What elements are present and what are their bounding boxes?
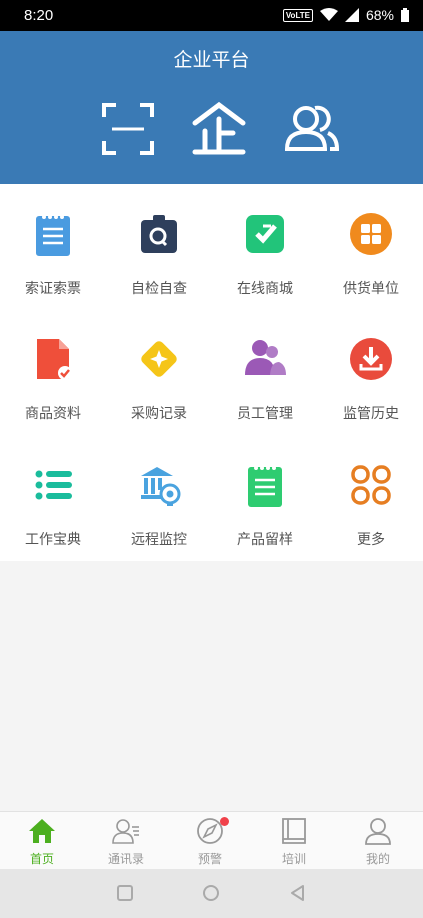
alert-badge <box>220 817 229 826</box>
grid-item-label: 供货单位 <box>343 281 399 297</box>
status-bar: 8:20 VoLTE 68% <box>0 0 423 31</box>
user-icon <box>365 818 391 845</box>
download-icon <box>350 338 392 380</box>
tab-contacts[interactable]: 通讯录 <box>84 812 168 870</box>
tab-label: 我的 <box>365 852 390 866</box>
grid-item-product-info[interactable]: 商品资料 <box>0 309 106 434</box>
tab-training[interactable]: 培训 <box>252 812 336 870</box>
grid-item-remote-monitor[interactable]: 远程监控 <box>106 435 212 560</box>
bottom-tab-bar: 首页 通讯录 预警 培训 我的 <box>0 811 423 869</box>
grid-item-label: 监管历史 <box>343 406 399 422</box>
back-icon[interactable] <box>288 883 308 903</box>
header: 企业平台 <box>0 31 423 184</box>
grid-item-invoice[interactable]: 索证索票 <box>0 184 106 309</box>
grid-item-label: 自检自查 <box>131 281 187 297</box>
grid-item-online-shop[interactable]: 在线商城 <box>212 184 318 309</box>
grid-item-self-check[interactable]: 自检自查 <box>106 184 212 309</box>
grid-item-label: 在线商城 <box>237 281 293 297</box>
grid-item-label: 员工管理 <box>237 406 293 422</box>
recents-icon[interactable] <box>115 883 135 903</box>
tab-label: 预警 <box>197 852 222 866</box>
grid-item-label: 更多 <box>357 532 385 548</box>
grid-item-label: 商品资料 <box>25 406 81 422</box>
enterprise-icon[interactable] <box>191 101 247 157</box>
tab-label: 通讯录 <box>107 852 144 866</box>
scan-icon[interactable] <box>100 101 156 157</box>
notebook-icon <box>36 215 70 256</box>
volte-badge: VoLTE <box>282 8 313 22</box>
more-icon <box>351 465 391 505</box>
function-grid: 索证索票 自检自查 在线商城 供货单位 商品资料 采购记录 员工管理 监管历史 … <box>0 184 423 561</box>
shop-icon <box>246 215 284 253</box>
grid-item-supplier[interactable]: 供货单位 <box>318 184 423 309</box>
sample-icon <box>248 466 282 507</box>
tab-label: 培训 <box>281 852 306 866</box>
grid-item-product-sample[interactable]: 产品留样 <box>212 435 318 560</box>
supplier-icon <box>350 213 392 255</box>
tab-alerts[interactable]: 预警 <box>168 812 252 870</box>
wifi-icon <box>319 8 338 21</box>
tab-mine[interactable]: 我的 <box>336 812 420 870</box>
grid-item-more[interactable]: 更多 <box>318 435 423 560</box>
grid-item-label: 采购记录 <box>131 406 187 422</box>
self-check-icon <box>141 215 177 253</box>
grid-item-work-handbook[interactable]: 工作宝典 <box>0 435 106 560</box>
battery-icon <box>401 8 409 22</box>
book-icon <box>282 818 306 844</box>
list-icon <box>35 470 72 500</box>
camera-bank-icon <box>141 467 181 506</box>
document-icon <box>37 339 72 380</box>
tab-home[interactable]: 首页 <box>0 812 84 870</box>
grid-item-label: 产品留样 <box>237 532 293 548</box>
grid-item-staff[interactable]: 员工管理 <box>212 309 318 434</box>
status-time: 8:20 <box>24 7 54 24</box>
purchase-icon <box>141 341 177 377</box>
grid-item-label: 远程监控 <box>131 532 187 548</box>
grid-item-purchase-record[interactable]: 采购记录 <box>106 309 212 434</box>
signal-icon <box>344 8 359 22</box>
staff-icon <box>245 340 286 375</box>
address-book-icon <box>112 819 139 844</box>
tab-label: 首页 <box>29 852 54 866</box>
battery-percent: 68% <box>365 7 394 23</box>
grid-item-label: 工作宝典 <box>25 532 81 548</box>
contacts-icon[interactable] <box>284 101 340 157</box>
home-icon <box>29 819 55 843</box>
status-indicators: VoLTE 68% <box>282 7 409 23</box>
system-nav-bar <box>0 869 423 918</box>
grid-item-label: 索证索票 <box>25 281 81 297</box>
home-nav-icon[interactable] <box>201 883 221 903</box>
grid-item-supervision-history[interactable]: 监管历史 <box>318 309 423 434</box>
page-title: 企业平台 <box>173 49 250 71</box>
